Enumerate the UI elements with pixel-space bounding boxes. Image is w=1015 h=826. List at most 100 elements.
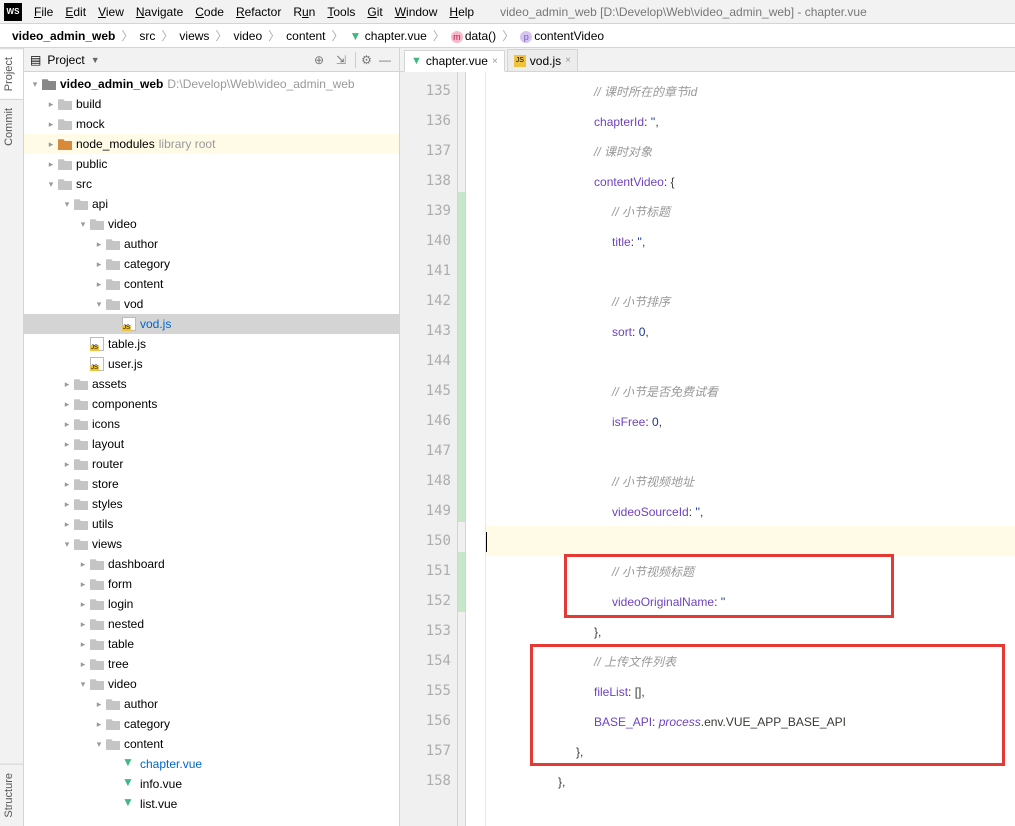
folder-icon (90, 658, 104, 670)
crumb-video[interactable]: video (229, 29, 266, 43)
menu-navigate[interactable]: Navigate (130, 5, 189, 19)
tool-tab-structure[interactable]: Structure (0, 764, 23, 826)
code-editor[interactable]: 1351361371381391401411421431441451461471… (400, 72, 1015, 826)
folder-icon (90, 598, 104, 610)
tree-folder[interactable]: ▸nested (24, 614, 399, 634)
menu-help[interactable]: Help (443, 5, 480, 19)
vue-file-icon (122, 797, 136, 811)
menu-edit[interactable]: Edit (59, 5, 92, 19)
project-tree[interactable]: ▾video_admin_webD:\Develop\Web\video_adm… (24, 72, 399, 826)
tree-folder[interactable]: ▸router (24, 454, 399, 474)
tree-file[interactable]: user.js (24, 354, 399, 374)
project-panel-title[interactable]: Project (47, 53, 84, 67)
tree-folder[interactable]: ▸public (24, 154, 399, 174)
folder-icon (90, 578, 104, 590)
select-opened-file-icon[interactable]: ⊕ (311, 52, 327, 68)
tab-vod-js[interactable]: JSvod.js× (507, 49, 578, 71)
menu-refactor[interactable]: Refactor (230, 5, 287, 19)
close-icon[interactable]: × (492, 56, 498, 67)
tree-folder[interactable]: ▾views (24, 534, 399, 554)
text-caret (486, 532, 487, 552)
crumb-src[interactable]: src (135, 29, 159, 43)
tree-folder[interactable]: ▾api (24, 194, 399, 214)
crumb-function[interactable]: mdata() (447, 29, 500, 43)
settings-icon[interactable]: ⚙ (355, 52, 371, 68)
tree-folder[interactable]: ▸tree (24, 654, 399, 674)
tree-file[interactable]: list.vue (24, 794, 399, 814)
folder-icon (90, 618, 104, 630)
tree-folder[interactable]: ▸table (24, 634, 399, 654)
folder-icon (106, 278, 120, 290)
vue-file-icon (122, 757, 136, 771)
folder-icon (74, 198, 88, 210)
menu-file[interactable]: File (28, 5, 59, 19)
tree-folder[interactable]: ▸store (24, 474, 399, 494)
tree-folder[interactable]: ▸author (24, 694, 399, 714)
tree-folder[interactable]: ▾video (24, 674, 399, 694)
menu-window[interactable]: Window (389, 5, 444, 19)
code-body[interactable]: // 课时所在的章节id chapterId: '', // 课时对象 cont… (486, 72, 1015, 826)
crumb-property[interactable]: pcontentVideo (516, 29, 608, 43)
tool-tab-commit[interactable]: Commit (0, 99, 23, 154)
tree-file[interactable]: chapter.vue (24, 754, 399, 774)
tree-file[interactable]: info.vue (24, 774, 399, 794)
chevron-right-icon: 〉 (161, 27, 173, 44)
crumb-file[interactable]: ▼ chapter.vue (346, 29, 431, 43)
tree-folder[interactable]: ▸components (24, 394, 399, 414)
crumb-root[interactable]: video_admin_web (8, 29, 119, 43)
close-icon[interactable]: × (565, 55, 571, 66)
folder-icon (106, 298, 120, 310)
tree-file[interactable]: table.js (24, 334, 399, 354)
tab-chapter-vue[interactable]: ▼chapter.vue× (404, 50, 505, 72)
tree-folder[interactable]: ▸styles (24, 494, 399, 514)
tree-folder[interactable]: ▸author (24, 234, 399, 254)
menu-bar: WS File Edit View Navigate Code Refactor… (0, 0, 1015, 24)
folder-icon (58, 98, 72, 110)
tree-file-selected[interactable]: vod.js (24, 314, 399, 334)
project-pane-icon: ▤ (30, 53, 41, 67)
window-title: video_admin_web [D:\Develop\Web\video_ad… (500, 5, 867, 19)
tree-folder[interactable]: ▾vod (24, 294, 399, 314)
tree-folder[interactable]: ▸assets (24, 374, 399, 394)
tree-folder[interactable]: ▸mock (24, 114, 399, 134)
tree-folder[interactable]: ▸build (24, 94, 399, 114)
hide-icon[interactable]: — (377, 52, 393, 68)
tree-folder[interactable]: ▸content (24, 274, 399, 294)
app-logo-icon: WS (4, 3, 22, 21)
js-file-icon (90, 357, 104, 371)
vue-file-icon: ▼ (411, 55, 422, 67)
chevron-right-icon: 〉 (121, 27, 133, 44)
tree-folder[interactable]: ▸login (24, 594, 399, 614)
tree-folder[interactable]: ▸dashboard (24, 554, 399, 574)
tool-tab-project[interactable]: Project (0, 48, 23, 99)
folder-icon (90, 678, 104, 690)
chevron-right-icon: 〉 (268, 27, 280, 44)
crumb-views[interactable]: views (175, 29, 213, 43)
tree-folder[interactable]: ▸category (24, 254, 399, 274)
menu-code[interactable]: Code (189, 5, 230, 19)
tree-folder[interactable]: ▸layout (24, 434, 399, 454)
folder-icon (74, 378, 88, 390)
tree-root[interactable]: ▾video_admin_webD:\Develop\Web\video_adm… (24, 74, 399, 94)
dropdown-arrow-icon[interactable]: ▼ (91, 55, 100, 65)
menu-run[interactable]: Run (287, 5, 321, 19)
tree-folder[interactable]: ▸form (24, 574, 399, 594)
tree-folder[interactable]: ▸category (24, 714, 399, 734)
tree-folder[interactable]: ▾video (24, 214, 399, 234)
tree-folder-excluded[interactable]: ▸node_moduleslibrary root (24, 134, 399, 154)
menu-git[interactable]: Git (361, 5, 388, 19)
tree-folder[interactable]: ▸utils (24, 514, 399, 534)
vue-file-icon (122, 777, 136, 791)
fold-gutter[interactable] (466, 72, 486, 826)
folder-icon (58, 118, 72, 130)
crumb-content[interactable]: content (282, 29, 329, 43)
tree-folder[interactable]: ▾src (24, 174, 399, 194)
folder-icon (106, 258, 120, 270)
menu-view[interactable]: View (92, 5, 130, 19)
folder-icon (58, 158, 72, 170)
tree-folder[interactable]: ▾content (24, 734, 399, 754)
line-number-gutter[interactable]: 1351361371381391401411421431441451461471… (400, 72, 458, 826)
menu-tools[interactable]: Tools (321, 5, 361, 19)
tree-folder[interactable]: ▸icons (24, 414, 399, 434)
expand-all-icon[interactable]: ⇲ (333, 52, 349, 68)
